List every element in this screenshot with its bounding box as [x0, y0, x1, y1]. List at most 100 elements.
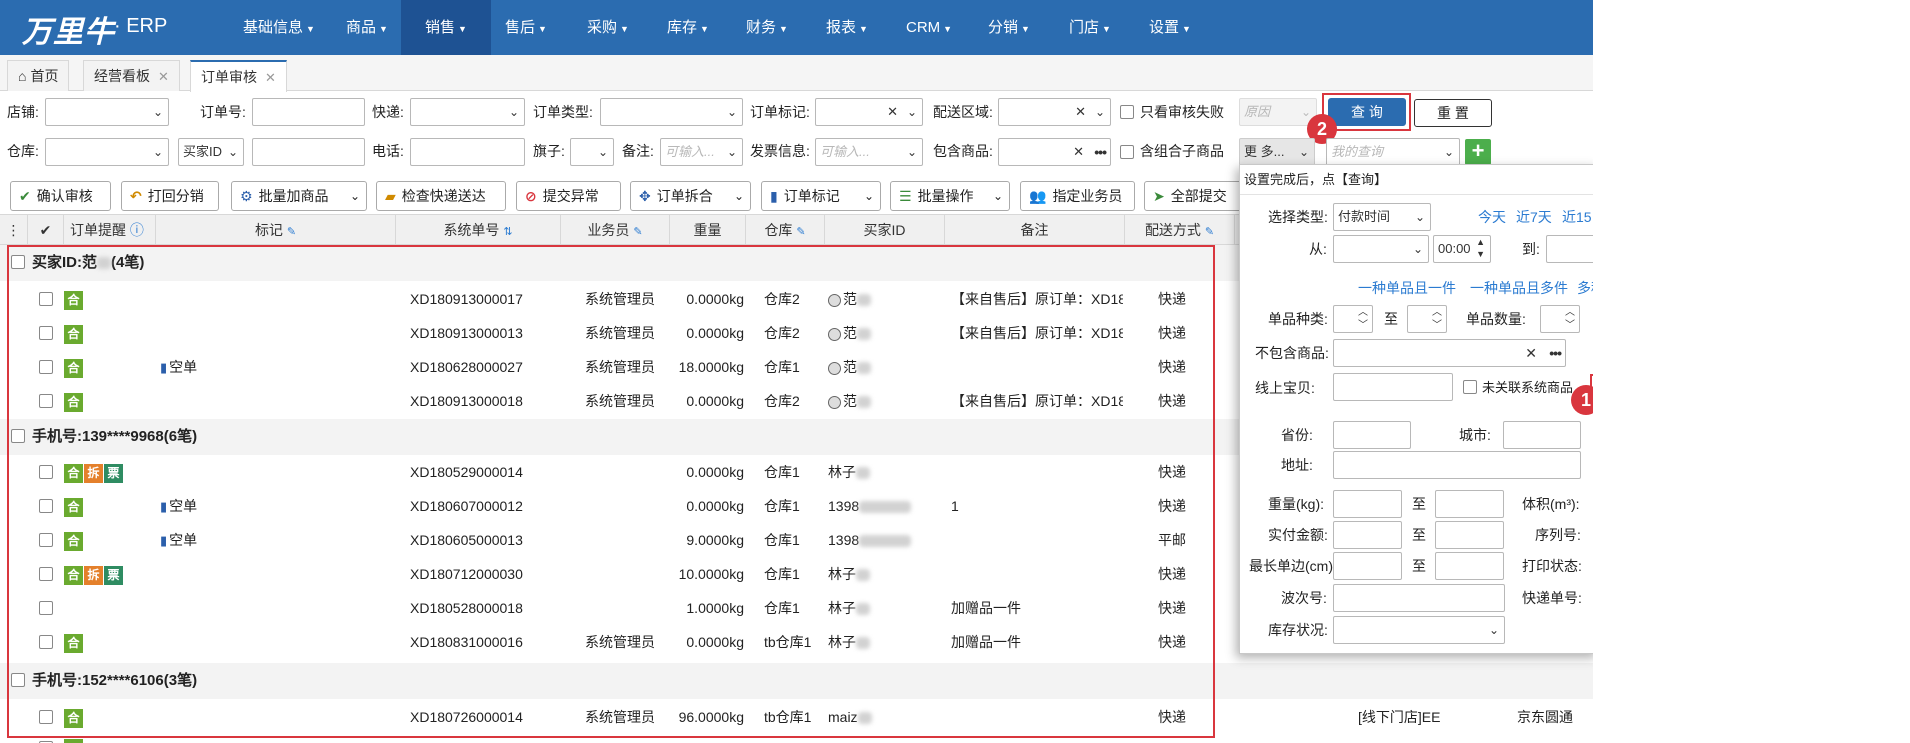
order-mark-button[interactable]: ▮ 订单标记 ⌄: [761, 181, 881, 211]
clear-icon[interactable]: ✕: [1073, 139, 1084, 165]
edge-max-input[interactable]: [1435, 552, 1504, 580]
order-no-cell[interactable]: XD180913000017: [410, 282, 560, 316]
order-no-input[interactable]: [252, 98, 365, 126]
sku-kinds-max[interactable]: ︿ ﹀: [1407, 305, 1447, 333]
address-input[interactable]: [1333, 451, 1581, 479]
nav-goods[interactable]: 商品 ▼: [346, 0, 388, 55]
paid-min-input[interactable]: [1333, 521, 1402, 549]
row-checkbox[interactable]: [39, 710, 53, 724]
spinner-icon[interactable]: ︿ ﹀: [1565, 306, 1575, 332]
nav-stores[interactable]: 门店 ▼: [1069, 0, 1111, 55]
table-row[interactable]: 合 XD180726000014 系统管理员 96.0000kg tb仓库1 maiz 快递…: [0, 700, 1593, 734]
my-query-select[interactable]: 我的查询 ⌄: [1326, 138, 1460, 166]
row-checkbox[interactable]: [39, 360, 53, 374]
stock-select[interactable]: ⌄: [1333, 616, 1505, 644]
multi-link[interactable]: 多种: [1577, 275, 1593, 301]
group-checkbox[interactable]: [11, 673, 25, 687]
add-query-button[interactable]: +: [1465, 139, 1491, 165]
nav-reports[interactable]: 报表 ▼: [826, 0, 868, 55]
only-failed-checkbox[interactable]: [1120, 105, 1134, 119]
column-buyer-id[interactable]: 买家ID: [825, 215, 945, 245]
combo-checkbox[interactable]: [1120, 145, 1134, 159]
weight-max-input[interactable]: [1435, 490, 1504, 518]
nav-distribution[interactable]: 分销 ▼: [988, 0, 1030, 55]
order-no-cell[interactable]: XD180913000013: [410, 316, 560, 350]
contains-goods-input[interactable]: ✕ •••: [998, 138, 1111, 166]
nav-sales[interactable]: 销售 ▼: [401, 0, 491, 55]
buyer-id-select[interactable]: 买家ID ⌄: [178, 138, 244, 166]
flag-select[interactable]: ⌄: [570, 138, 614, 166]
order-no-cell[interactable]: XD180529000014: [410, 455, 560, 489]
row-checkbox[interactable]: [39, 394, 53, 408]
edge-min-input[interactable]: [1333, 552, 1402, 580]
last15-link[interactable]: 近15: [1562, 204, 1592, 230]
brand-logo[interactable]: 万里牛: [22, 7, 115, 51]
buyer-id-input[interactable]: [252, 138, 365, 166]
unlinked-checkbox[interactable]: [1463, 380, 1477, 394]
group-checkbox[interactable]: [11, 429, 25, 443]
nav-inventory[interactable]: 库存 ▼: [667, 0, 709, 55]
today-link[interactable]: 今天: [1478, 204, 1506, 230]
nav-crm[interactable]: CRM ▼: [906, 0, 952, 55]
order-no-cell[interactable]: XD180726000014: [410, 700, 560, 734]
order-no-cell[interactable]: XD180628000027: [410, 350, 560, 384]
confirm-review-button[interactable]: ✔ 确认审核: [10, 181, 111, 211]
exclude-goods-input[interactable]: ✕ •••: [1333, 339, 1566, 367]
order-no-cell[interactable]: XD180605000013: [410, 523, 560, 557]
order-no-cell[interactable]: XD180913000018: [410, 384, 560, 418]
invoice-select[interactable]: 可输入... ⌄: [815, 138, 923, 166]
weight-min-input[interactable]: [1333, 490, 1402, 518]
spinner-icon[interactable]: ︿ ﹀: [1432, 306, 1442, 332]
submit-exception-button[interactable]: ⊘ 提交异常: [516, 181, 621, 211]
province-input[interactable]: [1333, 421, 1411, 449]
row-checkbox[interactable]: [39, 465, 53, 479]
group-checkbox[interactable]: [11, 255, 25, 269]
row-checkbox[interactable]: [39, 533, 53, 547]
column-remark[interactable]: 备注: [945, 215, 1125, 245]
single-one-link[interactable]: 一种单品且一件: [1358, 275, 1456, 301]
clear-icon[interactable]: ✕: [887, 99, 898, 125]
tab-dashboard[interactable]: 经营看板 ✕: [83, 60, 180, 91]
return-distribution-button[interactable]: ↶ 打回分销: [121, 181, 219, 211]
sku-qty-min[interactable]: ︿ ﹀: [1540, 305, 1580, 333]
shop-select[interactable]: ⌄: [45, 98, 169, 126]
order-no-cell[interactable]: XD180607000012: [410, 489, 560, 523]
order-no-cell[interactable]: XD180528000018: [410, 591, 560, 625]
more-button[interactable]: 更 多... ⌄: [1239, 138, 1315, 166]
select-all-checkbox[interactable]: ✔: [28, 215, 64, 245]
split-merge-button[interactable]: ✥ 订单拆合 ⌄: [630, 181, 751, 211]
row-checkbox[interactable]: [39, 292, 53, 306]
nav-purchase[interactable]: 采购 ▼: [587, 0, 629, 55]
clear-icon[interactable]: ✕: [1525, 340, 1537, 366]
type-select[interactable]: 付款时间 ⌄: [1333, 203, 1431, 231]
tab-home[interactable]: ⌂ 首页: [7, 60, 70, 91]
batch-add-goods-button[interactable]: ⚙ 批量加商品 ⌄: [231, 181, 367, 211]
column-remind[interactable]: 订单提醒 ⓘ: [64, 215, 156, 245]
column-mark[interactable]: 标记 ✎: [156, 215, 396, 245]
column-warehouse[interactable]: 仓库 ✎: [746, 215, 825, 245]
to-date-input[interactable]: [1546, 235, 1593, 263]
more-icon[interactable]: •••: [1549, 340, 1562, 366]
group-header[interactable]: 手机号:152****6106(3笔): [0, 663, 1593, 699]
phone-input[interactable]: [410, 138, 525, 166]
order-no-cell[interactable]: XD180712000030: [410, 557, 560, 591]
nav-settings[interactable]: 设置 ▼: [1149, 0, 1191, 55]
nav-finance[interactable]: 财务 ▼: [746, 0, 788, 55]
column-menu-icon[interactable]: ⋮: [0, 215, 28, 245]
paid-max-input[interactable]: [1435, 521, 1504, 549]
city-input[interactable]: [1503, 421, 1581, 449]
single-multi-link[interactable]: 一种单品且多件: [1470, 275, 1568, 301]
express-select[interactable]: ⌄: [410, 98, 525, 126]
from-time-input[interactable]: 00:00 ▲ ▼: [1433, 235, 1491, 263]
nav-basic-info[interactable]: 基础信息 ▼: [243, 0, 315, 55]
reset-button[interactable]: 重 置: [1414, 99, 1492, 127]
row-checkbox[interactable]: [39, 326, 53, 340]
row-checkbox[interactable]: [39, 601, 53, 615]
sku-kinds-min[interactable]: ︿ ﹀: [1333, 305, 1373, 333]
column-shipping[interactable]: 配送方式 ✎: [1125, 215, 1235, 245]
nav-after-sales[interactable]: 售后 ▼: [505, 0, 547, 55]
row-checkbox[interactable]: [39, 567, 53, 581]
order-type-select[interactable]: ⌄: [600, 98, 743, 126]
order-no-cell[interactable]: XD180831000016: [410, 625, 560, 659]
spinner-icon[interactable]: ▲ ▼: [1476, 236, 1485, 260]
